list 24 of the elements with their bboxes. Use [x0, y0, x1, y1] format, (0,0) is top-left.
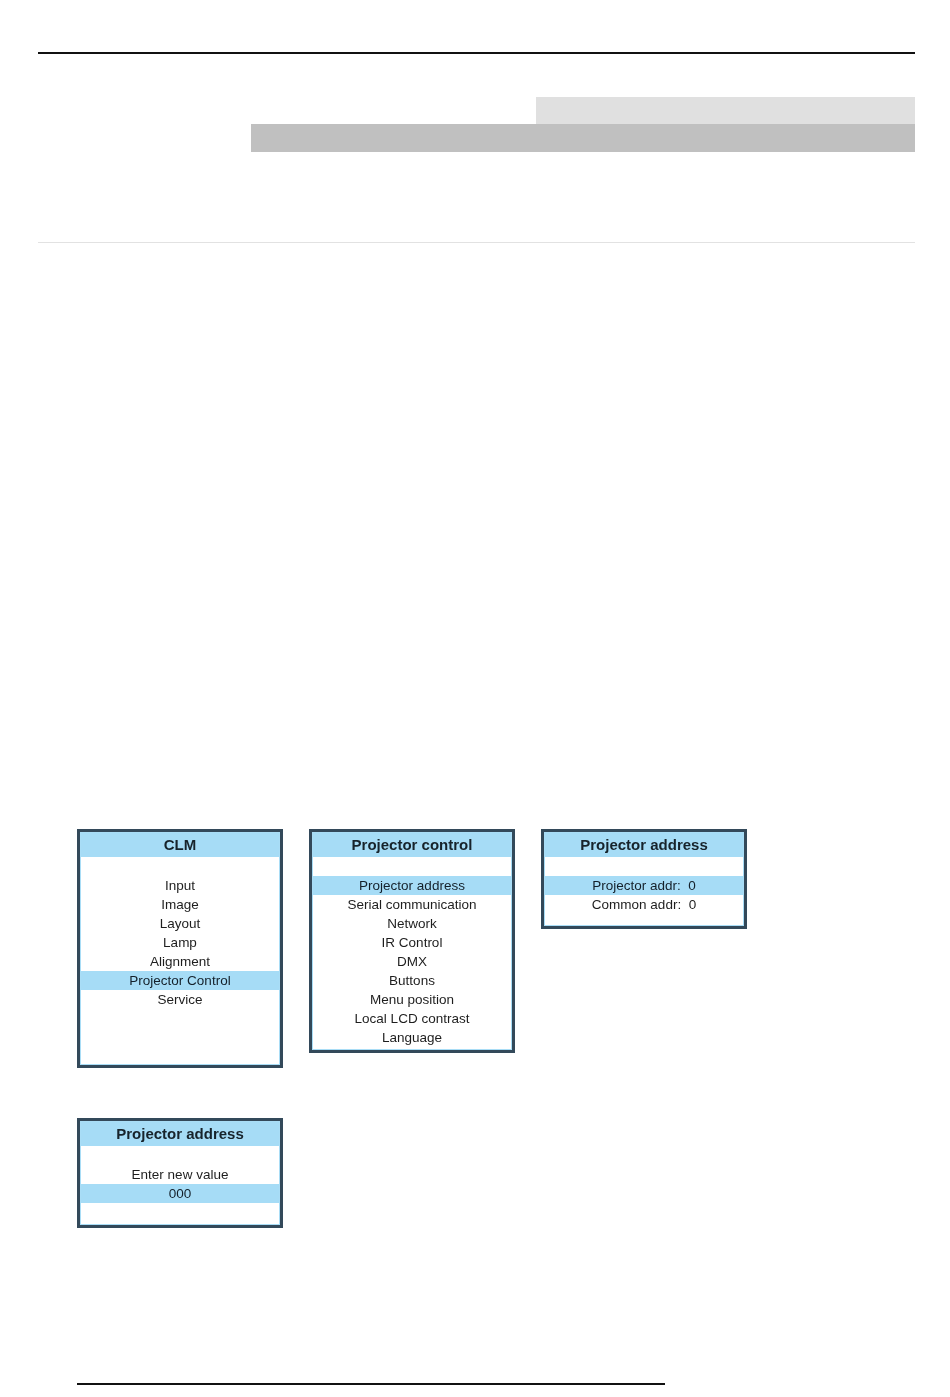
menu-item[interactable]: Layout: [81, 914, 279, 933]
menu-item[interactable]: IR Control: [313, 933, 511, 952]
menu-item[interactable]: Network: [313, 914, 511, 933]
menu-item[interactable]: Lamp: [81, 933, 279, 952]
menu-item[interactable]: Serial communication: [313, 895, 511, 914]
menu-item[interactable]: Projector address: [313, 876, 511, 895]
menu-item[interactable]: Alignment: [81, 952, 279, 971]
menu-item[interactable]: Local LCD contrast: [313, 1009, 511, 1028]
menu-item[interactable]: Service: [81, 990, 279, 1009]
menu-item[interactable]: Projector Control: [81, 971, 279, 990]
menu-item[interactable]: Buttons: [313, 971, 511, 990]
menu-item[interactable]: Common addr: 0: [545, 895, 743, 914]
menu-title: CLM: [81, 833, 279, 857]
menu-item[interactable]: DMX: [313, 952, 511, 971]
menu-item[interactable]: 000: [81, 1184, 279, 1203]
menu-title: Projector address: [81, 1122, 279, 1146]
menu-item[interactable]: Menu position: [313, 990, 511, 1009]
menu-item[interactable]: Image: [81, 895, 279, 914]
menu-item[interactable]: Input: [81, 876, 279, 895]
menu-item[interactable]: Enter new value: [81, 1165, 279, 1184]
menu-item[interactable]: Language: [313, 1028, 511, 1047]
menu-item[interactable]: Projector addr: 0: [545, 876, 743, 895]
menu-title: Projector control: [313, 833, 511, 857]
menu-title: Projector address: [545, 833, 743, 857]
